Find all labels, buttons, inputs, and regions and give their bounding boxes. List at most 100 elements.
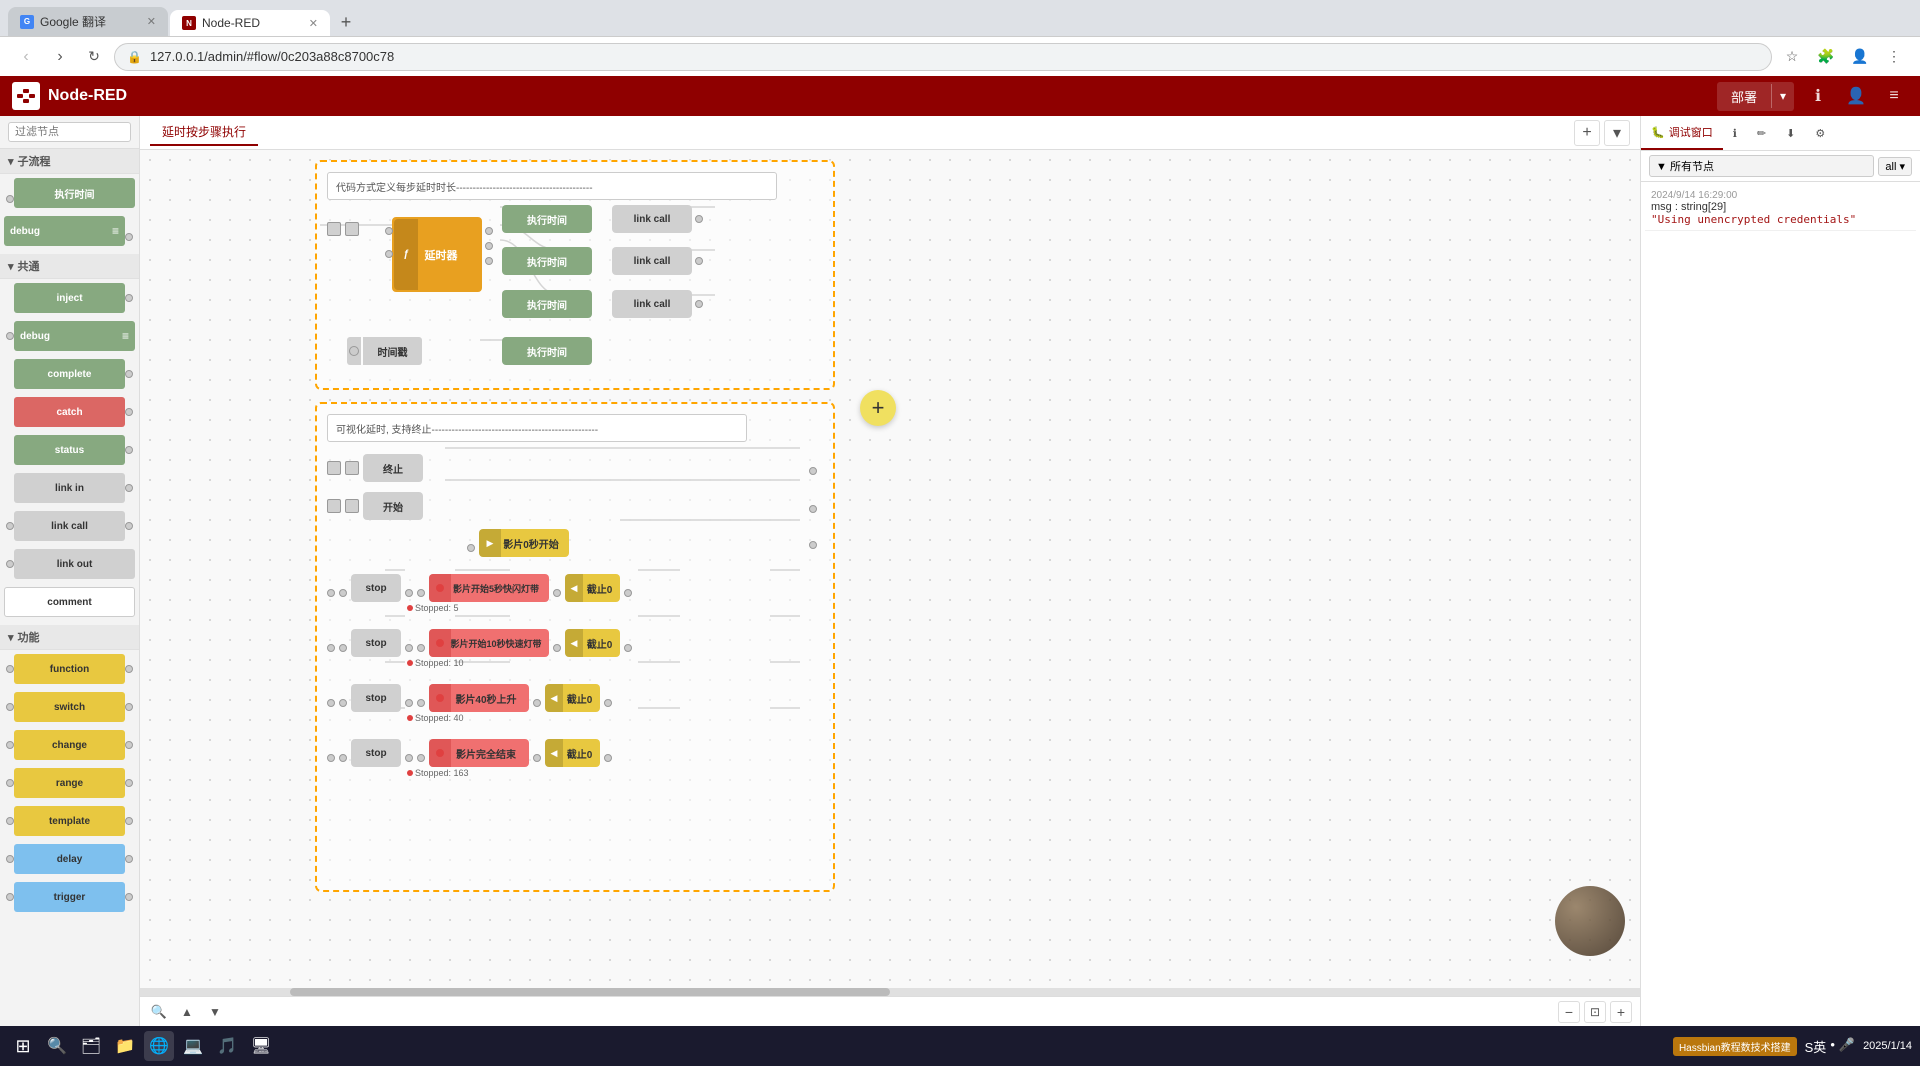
node-cutoff-4[interactable]: ◀ 截止0: [545, 739, 600, 767]
node-film-end[interactable]: 影片完全结束: [429, 739, 529, 767]
node-delay-master[interactable]: ƒ 延时器: [392, 217, 482, 292]
deploy-dropdown[interactable]: ▾: [1771, 84, 1794, 108]
bottom-search-icon[interactable]: 🔍: [148, 1001, 170, 1023]
node-item-function[interactable]: function: [4, 652, 135, 686]
node-film-0[interactable]: ▶ 影片0秒开始: [479, 529, 569, 557]
filter-label[interactable]: ▼ 所有节点: [1649, 155, 1874, 177]
bottom-nav-up[interactable]: ▲: [176, 1001, 198, 1023]
node-link-call-3[interactable]: link call: [612, 290, 692, 318]
nav-refresh[interactable]: ↻: [80, 43, 108, 71]
tab-close-nodered[interactable]: ✕: [309, 17, 318, 30]
node-item-complete[interactable]: complete: [4, 357, 135, 391]
tab-google[interactable]: G Google 翻译 ✕: [8, 7, 168, 36]
zoom-fit-btn[interactable]: ⊡: [1584, 1001, 1606, 1023]
section-functions[interactable]: ▾功能: [0, 625, 139, 650]
bookmark-icon[interactable]: ☆: [1778, 43, 1806, 71]
comment-node-2[interactable]: 可视化延时, 支持终止-----------------------------…: [327, 414, 747, 442]
taskbar-display[interactable]: 🖥: [246, 1031, 276, 1061]
right-panel-tab-help[interactable]: ✏: [1747, 119, 1776, 148]
canvas-add-btn[interactable]: +: [1574, 120, 1600, 146]
canvas[interactable]: 代码方式定义每步延时时长----------------------------…: [140, 150, 1640, 996]
node-item-inject2[interactable]: inject: [4, 281, 135, 315]
top-bar-menu[interactable]: ≡: [1880, 82, 1908, 110]
node-sq-left2: [345, 222, 359, 236]
node-item-switch[interactable]: switch: [4, 690, 135, 724]
node-item-catch[interactable]: catch: [4, 395, 135, 429]
node-link-call-1[interactable]: link call: [612, 205, 692, 233]
node-item-debug2[interactable]: debug ≡: [4, 319, 135, 353]
node-exec-time-2[interactable]: 执行时间: [502, 247, 592, 275]
menu-icon[interactable]: ⋮: [1880, 43, 1908, 71]
node-item-comment[interactable]: comment: [4, 585, 135, 619]
node-item-range[interactable]: range: [4, 766, 135, 800]
node-start[interactable]: 开始: [363, 492, 423, 520]
node-stop-4[interactable]: stop: [351, 739, 401, 767]
node-cutoff-3[interactable]: ◀ 截止0: [545, 684, 600, 712]
node-cutoff-2[interactable]: ◀ 截止0: [565, 629, 620, 657]
node-stop-2[interactable]: stop: [351, 629, 401, 657]
node-exec-time-1[interactable]: 执行时间: [502, 205, 592, 233]
node-exec-time-4[interactable]: 执行时间: [502, 337, 592, 365]
node-exec-time-3[interactable]: 执行时间: [502, 290, 592, 318]
node-item-template[interactable]: template: [4, 804, 135, 838]
search-taskbar[interactable]: 🔍: [42, 1031, 72, 1061]
deploy-button-group[interactable]: 部署 ▾: [1717, 82, 1794, 111]
start-button[interactable]: ⊞: [8, 1031, 38, 1061]
canvas-scrollbar-thumb[interactable]: [290, 988, 890, 996]
all-filter-label[interactable]: all ▾: [1878, 157, 1912, 176]
tab-nodered[interactable]: N Node-RED ✕: [170, 10, 330, 36]
right-panel-tab-info[interactable]: ℹ: [1723, 119, 1747, 148]
section-common[interactable]: ▾共通: [0, 254, 139, 279]
sidebar-search-input[interactable]: [8, 122, 131, 142]
taskbar-music[interactable]: 🎵: [212, 1031, 242, 1061]
node-item-change[interactable]: change: [4, 728, 135, 762]
profile-icon[interactable]: 👤: [1846, 43, 1874, 71]
canvas-menu-btn[interactable]: ▾: [1604, 120, 1630, 146]
node-link-call-2[interactable]: link call: [612, 247, 692, 275]
mic-icon[interactable]: 🎤: [1839, 1037, 1855, 1056]
zoom-out-btn[interactable]: −: [1558, 1001, 1580, 1023]
node-item-trigger[interactable]: trigger: [4, 880, 135, 914]
ime-icon[interactable]: •: [1830, 1037, 1835, 1056]
node-cutoff-1[interactable]: ◀ 截止0: [565, 574, 620, 602]
node-film-5s[interactable]: 影片开始5秒快闪灯带: [429, 574, 549, 602]
bottom-nav-down[interactable]: ▼: [204, 1001, 226, 1023]
top-bar-info[interactable]: ℹ: [1804, 82, 1832, 110]
tab-close-google[interactable]: ✕: [147, 15, 156, 28]
nav-back[interactable]: ‹: [12, 43, 40, 71]
new-tab-button[interactable]: +: [332, 8, 360, 36]
extensions-icon[interactable]: 🧩: [1812, 43, 1840, 71]
taskbar-browser[interactable]: 🌐: [144, 1031, 174, 1061]
top-bar-user[interactable]: 👤: [1842, 82, 1870, 110]
node-film-40s[interactable]: 影片40秒上升: [429, 684, 529, 712]
canvas-scrollbar[interactable]: [140, 988, 1640, 996]
lang-icon[interactable]: S英: [1805, 1037, 1827, 1056]
comment-node-1[interactable]: 代码方式定义每步延时时长----------------------------…: [327, 172, 777, 200]
nav-forward[interactable]: ›: [46, 43, 74, 71]
section-ziflow[interactable]: ▾子流程: [0, 149, 139, 174]
node-film-10s[interactable]: 影片开始10秒快速灯带: [429, 629, 549, 657]
zoom-in-btn[interactable]: +: [1610, 1001, 1632, 1023]
taskbar-taskview[interactable]: 🗂: [76, 1031, 106, 1061]
address-bar[interactable]: 🔒 127.0.0.1/admin/#flow/0c203a88c8700c78: [114, 43, 1772, 71]
node-item-status[interactable]: status: [4, 433, 135, 467]
node-item-inject[interactable]: 执行时间: [4, 176, 135, 210]
node-timestamp[interactable]: 时间戳: [347, 337, 422, 365]
right-panel-tab-settings[interactable]: ⚙: [1805, 119, 1835, 148]
node-stop-3[interactable]: stop: [351, 684, 401, 712]
node-item-debug[interactable]: debug ≡: [4, 214, 135, 248]
node-item-link-call[interactable]: link call: [4, 509, 135, 543]
node-item-link-in[interactable]: link in: [4, 471, 135, 505]
node-item-delay[interactable]: delay: [4, 842, 135, 876]
node-stop-1[interactable]: stop: [351, 574, 401, 602]
deploy-button[interactable]: 部署: [1717, 82, 1771, 111]
right-panel-tab-extra[interactable]: ⬇: [1776, 119, 1805, 148]
taskbar-explorer[interactable]: 📁: [110, 1031, 140, 1061]
canvas-add-floating-btn[interactable]: +: [860, 390, 896, 426]
bottom-bar: 🔍 ▲ ▼ − ⊡ +: [140, 996, 1640, 1026]
taskbar-settings[interactable]: 💻: [178, 1031, 208, 1061]
node-item-link-out[interactable]: link out: [4, 547, 135, 581]
canvas-tab-main[interactable]: 延时按步骤执行: [150, 119, 258, 146]
right-panel-tab-debug[interactable]: 🐛 调试窗口: [1641, 116, 1723, 150]
node-terminate[interactable]: 终止: [363, 454, 423, 482]
